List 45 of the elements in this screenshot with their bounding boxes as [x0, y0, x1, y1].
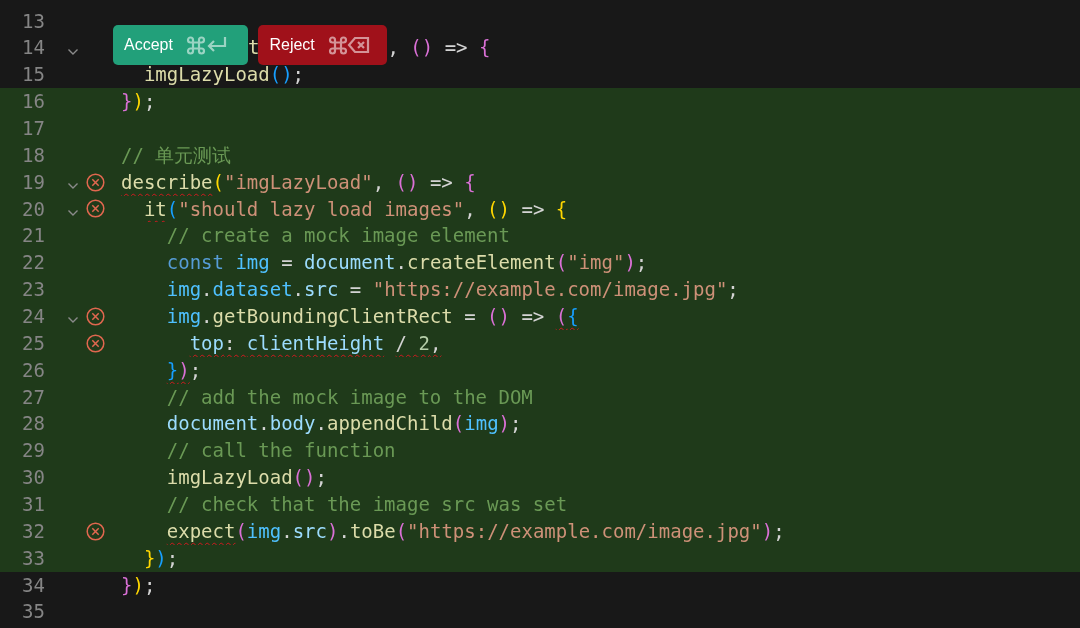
line-number: 31: [21, 491, 45, 517]
code-text: t: [248, 35, 260, 61]
line-number: 28: [21, 411, 45, 437]
code-line: document.body.appendChild(img);: [165, 411, 522, 437]
code-line: // 单元测试: [121, 142, 232, 168]
line-number: 26: [21, 357, 45, 383]
line-number: 14: [21, 35, 45, 61]
line-number: 30: [21, 465, 45, 491]
code-line: describe("imgLazyLoad", () => {: [121, 169, 476, 195]
line-number: 34: [21, 572, 45, 598]
code-text: , () => {: [387, 35, 491, 61]
code-line: it("should lazy load images", () => {: [142, 196, 568, 222]
code-line: expect(img.src).toBe("https://example.com/image.jpg");: [165, 518, 785, 544]
code-line: // call the function: [165, 438, 396, 464]
line-number: 13: [21, 8, 45, 34]
line-number: 19: [21, 169, 45, 195]
code-line: img.getBoundingClientRect = () => ({: [165, 303, 579, 329]
line-number: 16: [21, 89, 45, 115]
line-number: 29: [21, 438, 45, 464]
code-line: // add the mock image to the DOM: [165, 384, 533, 410]
code-line: });: [142, 545, 179, 571]
code-line: top: clientHeight / 2,: [188, 330, 442, 356]
line-number: 17: [21, 115, 45, 141]
code-line: });: [121, 572, 156, 598]
code-line: });: [121, 89, 156, 115]
line-number: 18: [21, 142, 45, 168]
line-number: 20: [21, 196, 45, 222]
line-number: 23: [21, 277, 45, 303]
code-line: const img = document.createElement("img");: [165, 250, 648, 276]
code-line: });: [165, 357, 202, 383]
line-number: 21: [21, 223, 45, 249]
line-number: 35: [21, 599, 45, 625]
line-number: 24: [21, 303, 45, 329]
code-line: // create a mock image element: [165, 223, 510, 249]
line-number: 32: [21, 518, 45, 544]
code-line: imgLazyLoad();: [142, 62, 305, 88]
line-number: 27: [21, 384, 45, 410]
line-number: 25: [21, 330, 45, 356]
line-number: 22: [21, 250, 45, 276]
reject-button[interactable]: Reject: [258, 24, 388, 65]
code-line: // check that the image src was set: [165, 491, 568, 517]
code-line: imgLazyLoad();: [165, 465, 327, 491]
code-line: img.dataset.src = "https://example.com/image.jpg";: [165, 277, 739, 303]
line-number: 33: [21, 545, 45, 571]
line-number: 15: [21, 62, 45, 88]
